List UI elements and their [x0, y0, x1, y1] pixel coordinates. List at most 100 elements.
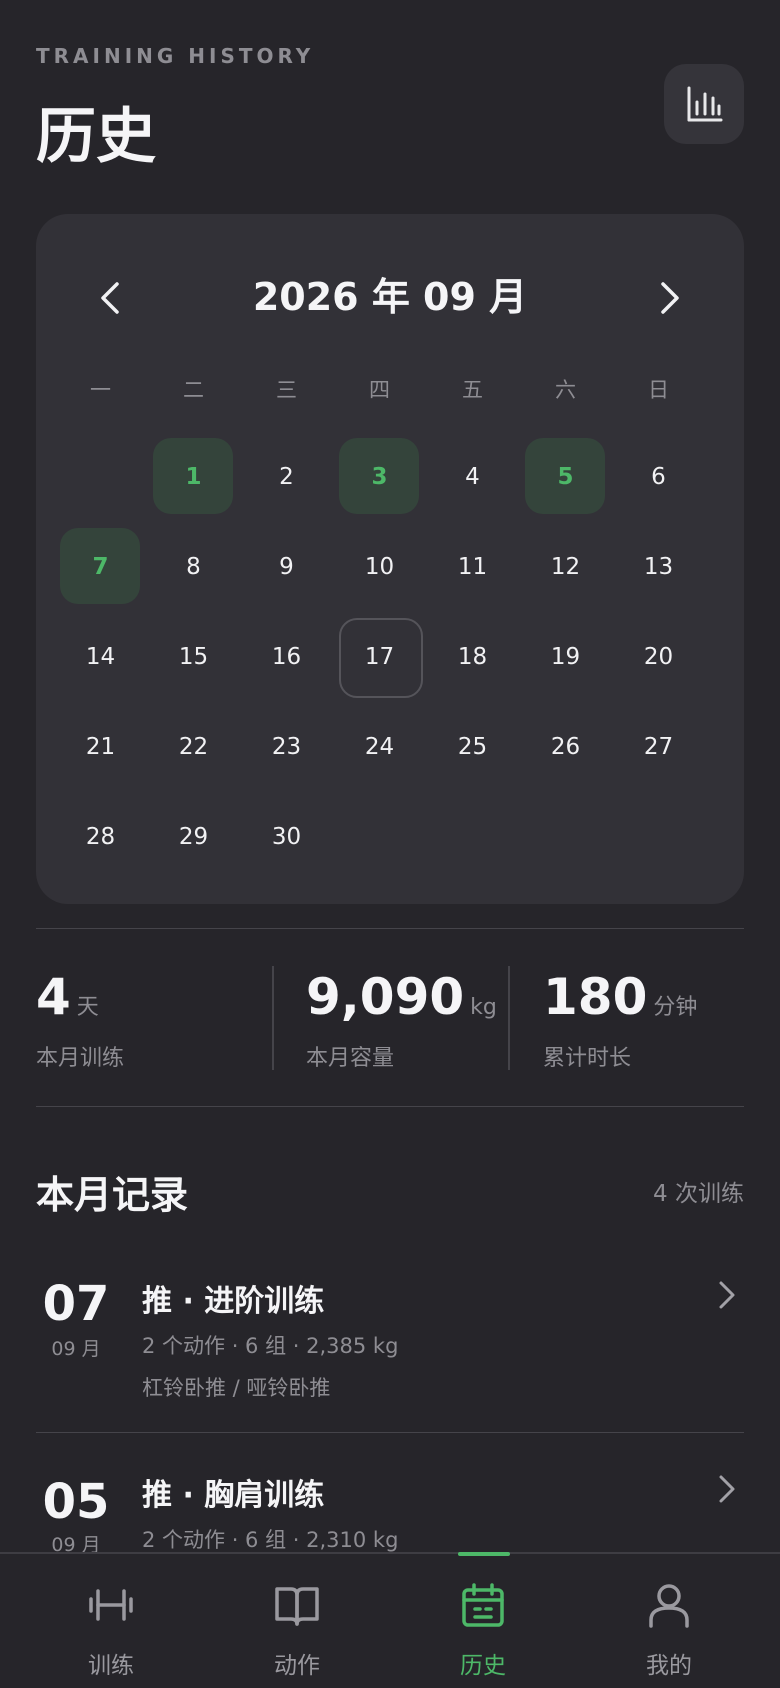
tab-label: 动作: [274, 1653, 320, 1679]
calendar-day-trained[interactable]: 3: [333, 432, 426, 522]
person-icon: [649, 1584, 689, 1628]
day-number: 11: [457, 554, 488, 580]
weekday-label: 四: [369, 378, 390, 402]
records-count: 4 次训练: [653, 1181, 744, 1207]
record-day: 07: [42, 1276, 110, 1332]
calendar-day[interactable]: 30: [240, 792, 333, 882]
dumbbell-icon: [89, 1589, 133, 1621]
tab-profile[interactable]: 我的: [576, 1554, 762, 1688]
divider: [36, 928, 744, 929]
calendar-day[interactable]: 16: [240, 612, 333, 702]
calendar-day[interactable]: 13: [612, 522, 705, 612]
record-item[interactable]: 07 09 月 推 · 进阶训练 2 个动作 · 6 组 · 2,385 kg …: [36, 1240, 744, 1430]
calendar-day[interactable]: 28: [54, 792, 147, 882]
calendar-day-today[interactable]: 17: [333, 612, 426, 702]
calendar-day-trained[interactable]: 5: [519, 432, 612, 522]
calendar-day[interactable]: 2: [240, 432, 333, 522]
day-number: 22: [178, 734, 209, 760]
stat-duration: 180 分钟 累计时长: [543, 968, 698, 1071]
tab-label: 训练: [88, 1653, 134, 1679]
chevron-right-icon: [719, 1281, 735, 1309]
stat-unit: 天: [76, 995, 99, 1020]
day-number: 8: [186, 554, 201, 580]
record-item[interactable]: 05 09 月 推 · 胸肩训练 2 个动作 · 6 组 · 2,310 kg: [36, 1434, 744, 1556]
calendar-day[interactable]: 15: [147, 612, 240, 702]
record-meta: 2 个动作 · 6 组 · 2,385 kg: [142, 1334, 399, 1358]
day-number: 15: [178, 644, 209, 670]
stat-unit: kg: [470, 995, 497, 1020]
day-number: 1: [185, 464, 202, 490]
day-number: 7: [92, 554, 109, 580]
tab-label: 我的: [646, 1653, 692, 1679]
calendar-day[interactable]: 11: [426, 522, 519, 612]
day-number: 29: [178, 824, 209, 850]
calendar-day[interactable]: 20: [612, 612, 705, 702]
calendar-day[interactable]: 4: [426, 432, 519, 522]
book-icon: [275, 1587, 319, 1626]
day-number: 21: [85, 734, 116, 760]
calendar-day-trained[interactable]: 7: [54, 522, 147, 612]
bar-chart-icon: [687, 86, 723, 122]
calendar-empty-cell: [54, 432, 147, 522]
day-number: 28: [85, 824, 116, 850]
day-number: 5: [557, 464, 574, 490]
record-title: 推 · 胸肩训练: [142, 1478, 325, 1513]
stats-button[interactable]: [664, 64, 744, 144]
weekday-label: 六: [555, 378, 576, 402]
calendar-day[interactable]: 8: [147, 522, 240, 612]
calendar-day[interactable]: 19: [519, 612, 612, 702]
next-month-button[interactable]: [642, 270, 698, 326]
calendar-day[interactable]: 9: [240, 522, 333, 612]
record-meta: 2 个动作 · 6 组 · 2,310 kg: [142, 1528, 399, 1552]
weekday-header: 一二三四五六日: [54, 374, 705, 404]
calendar-day[interactable]: 26: [519, 702, 612, 792]
calendar-day[interactable]: 6: [612, 432, 705, 522]
record-exercises: 杠铃卧推 / 哑铃卧推: [142, 1376, 331, 1400]
tab-label: 历史: [460, 1653, 506, 1679]
day-number: 17: [364, 644, 395, 670]
day-number: 13: [643, 554, 674, 580]
day-number: 26: [550, 734, 581, 760]
calendar-card: 2026 年 09 月 一二三四五六日 1 2 3 4 5 6 7 8 9 10 11 12 13 14 1…: [36, 214, 744, 904]
day-number: 9: [279, 554, 294, 580]
tab-exercises[interactable]: 动作: [204, 1554, 390, 1688]
stat-value: 180: [543, 968, 648, 1026]
chevron-right-icon: [661, 282, 679, 314]
chevron-right-icon: [719, 1475, 735, 1503]
calendar-day[interactable]: 22: [147, 702, 240, 792]
calendar-days-grid: 1 2 3 4 5 6 7 8 9 10 11 12 13 14 15 16 17 18 19 20 21 22 23 24 2…: [54, 432, 705, 882]
stat-label: 本月容量: [306, 1046, 395, 1071]
day-number: 3: [371, 464, 388, 490]
day-number: 10: [364, 554, 395, 580]
day-number: 20: [643, 644, 674, 670]
calendar-day-trained[interactable]: 1: [147, 432, 240, 522]
calendar-day[interactable]: 27: [612, 702, 705, 792]
stat-label: 累计时长: [543, 1046, 632, 1071]
calendar-day[interactable]: 24: [333, 702, 426, 792]
day-number: 2: [279, 464, 294, 490]
weekday-label: 三: [276, 378, 297, 402]
record-day: 05: [42, 1474, 110, 1530]
stat-unit: 分钟: [653, 995, 698, 1020]
calendar-day[interactable]: 10: [333, 522, 426, 612]
stat-label: 本月训练: [36, 1046, 125, 1071]
day-number: 6: [651, 464, 666, 490]
tab-history[interactable]: 历史: [390, 1554, 576, 1688]
day-number: 14: [85, 644, 116, 670]
day-number: 16: [271, 644, 302, 670]
stat-value: 9,090: [306, 968, 465, 1026]
divider: [36, 1432, 744, 1433]
calendar-month-title: 2026 年 09 月: [252, 275, 528, 319]
calendar-day[interactable]: 12: [519, 522, 612, 612]
calendar-day[interactable]: 18: [426, 612, 519, 702]
calendar-day[interactable]: 23: [240, 702, 333, 792]
record-title: 推 · 进阶训练: [142, 1284, 325, 1319]
calendar-day[interactable]: 29: [147, 792, 240, 882]
record-month: 09 月: [51, 1338, 101, 1360]
stat-volume: 9,090 kg 本月容量: [306, 968, 497, 1071]
calendar-day[interactable]: 25: [426, 702, 519, 792]
tab-training[interactable]: 训练: [18, 1554, 204, 1688]
calendar-day[interactable]: 14: [54, 612, 147, 702]
calendar-day[interactable]: 21: [54, 702, 147, 792]
calendar-icon: [462, 1583, 504, 1627]
